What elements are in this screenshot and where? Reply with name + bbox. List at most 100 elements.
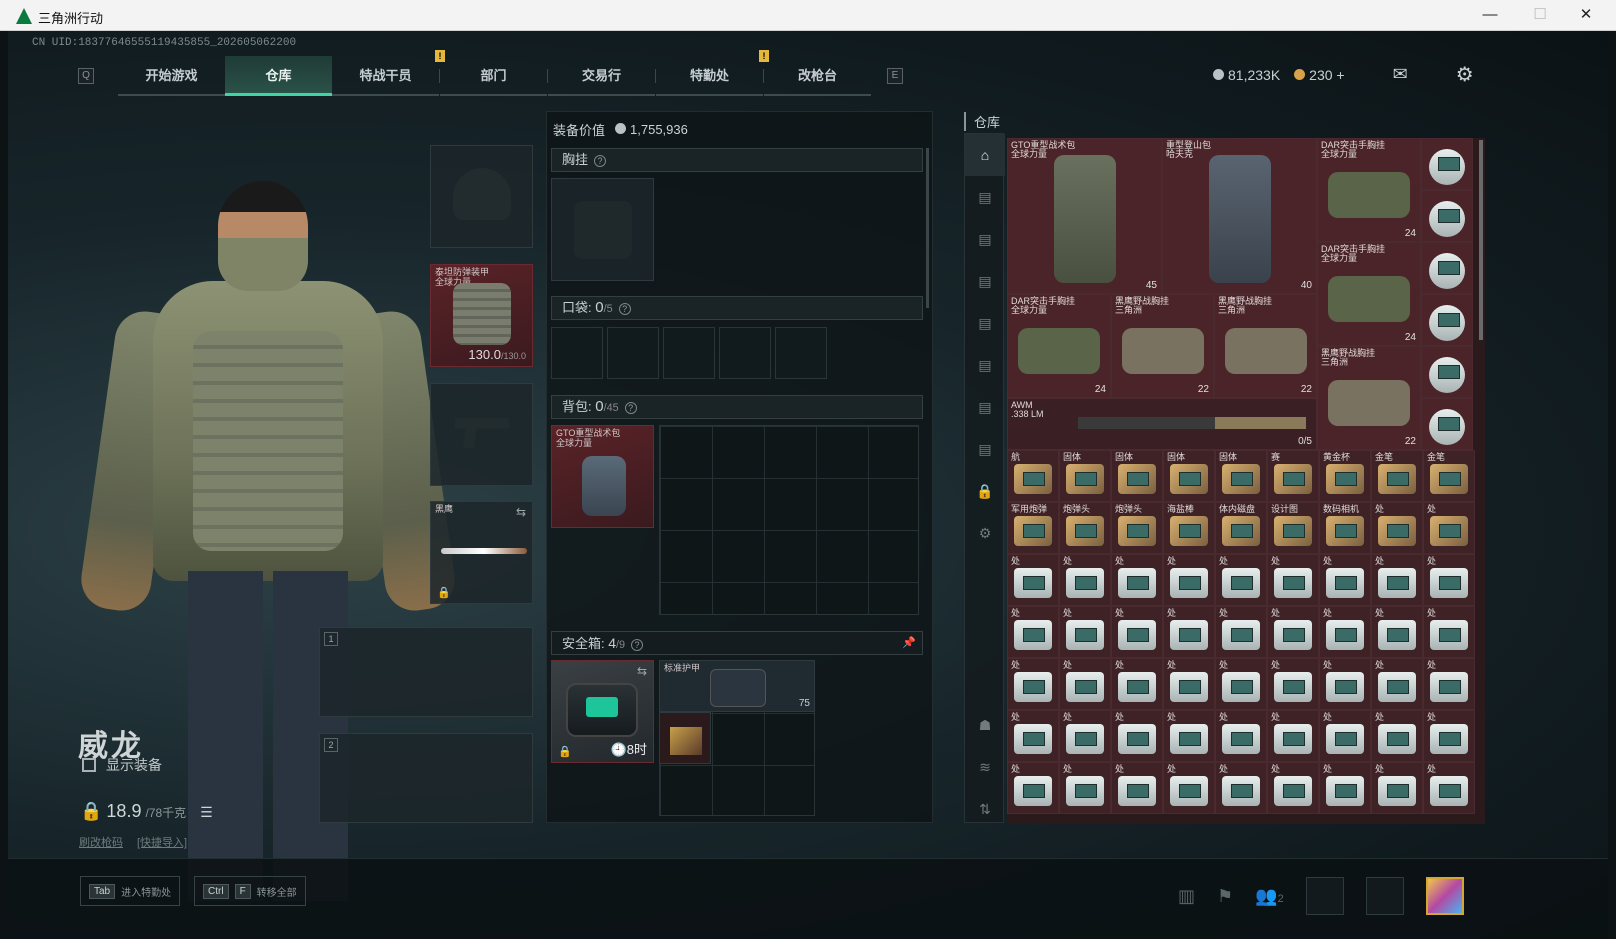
stash-item-case[interactable]: 处: [1267, 710, 1319, 762]
player-avatar[interactable]: [1425, 877, 1464, 915]
armor-slot[interactable]: 泰坦防弹装甲 全球力量 130.0/130.0: [430, 264, 533, 367]
stash-item-backpack[interactable]: GTO重型战术包 全球力量 45: [1007, 138, 1162, 294]
list-icon[interactable]: ☰: [200, 804, 213, 821]
stash-item-case[interactable]: 处: [1059, 606, 1111, 658]
stash-item-chest-rig[interactable]: DAR突击手胸挂 全球力量 24: [1007, 294, 1111, 398]
stash-item-case[interactable]: 处: [1371, 658, 1423, 710]
stash-item-case[interactable]: 处: [1423, 710, 1475, 762]
enter-special-ops-button[interactable]: Tab 进入特勤处: [80, 876, 181, 906]
stash-item-chest-rig[interactable]: DAR突击手胸挂 全球力量 24: [1317, 138, 1421, 242]
stash-item[interactable]: 数码相机: [1319, 502, 1371, 554]
stash-item-chest-rig[interactable]: 黑鹰野战胸挂 三角洲 22: [1214, 294, 1317, 398]
stash-item-case[interactable]: 处: [1007, 710, 1059, 762]
pistol-slot[interactable]: [430, 383, 533, 486]
stash-item-case[interactable]: 处: [1163, 606, 1215, 658]
pocket-slot[interactable]: [719, 327, 771, 379]
stash-item-case[interactable]: 处: [1007, 658, 1059, 710]
squad-icon[interactable]: 👥2: [1255, 886, 1284, 907]
flag-icon[interactable]: ⚑: [1217, 886, 1233, 907]
tab-special-ops[interactable]: 特勤处!: [656, 50, 769, 96]
stash-item-case[interactable]: 处: [1267, 658, 1319, 710]
stash-item-case[interactable]: 处: [1371, 710, 1423, 762]
operator-icon[interactable]: ☗: [965, 704, 1005, 746]
sort-icon[interactable]: ⇅: [965, 788, 1005, 830]
mail-icon[interactable]: ✉: [1393, 64, 1408, 85]
stash-item-case[interactable]: 处: [1215, 710, 1267, 762]
stash-item-case[interactable]: 处: [1059, 658, 1111, 710]
stash-item[interactable]: 处: [1423, 502, 1475, 554]
help-icon[interactable]: ?: [594, 155, 607, 167]
tab-operators[interactable]: 特战干员!: [332, 50, 445, 96]
swap-icon[interactable]: ⇆: [637, 664, 647, 678]
stash-item-case[interactable]: 处: [1319, 554, 1371, 606]
squad-slot-2[interactable]: [1365, 877, 1404, 915]
minimize-button[interactable]: —: [1470, 4, 1510, 26]
nav-right-key[interactable]: E: [887, 68, 903, 84]
stash-item-hard-drive[interactable]: [1421, 294, 1473, 346]
stash-item[interactable]: 固体: [1059, 450, 1111, 502]
lock-icon[interactable]: 🔒: [965, 470, 1005, 512]
stash-item-case[interactable]: 处: [1111, 710, 1163, 762]
nav-left-key[interactable]: Q: [78, 68, 94, 84]
stash-item[interactable]: 黄金杯: [1319, 450, 1371, 502]
stash-item-case[interactable]: 处: [1215, 554, 1267, 606]
safe-snack-item[interactable]: [659, 712, 711, 764]
backpack-grid[interactable]: [659, 425, 919, 615]
stash-item-case[interactable]: 处: [1215, 658, 1267, 710]
stash-item-case[interactable]: 处: [1267, 554, 1319, 606]
tab-trading[interactable]: 交易行: [548, 56, 655, 96]
primary-weapon-slot-2[interactable]: 2: [319, 733, 533, 823]
add-currency-button[interactable]: +: [1336, 67, 1344, 83]
stash-item[interactable]: 体内磁盘: [1215, 502, 1267, 554]
stash-grid[interactable]: GTO重型战术包 全球力量 45 重型登山包 哈夫克 40 DAR突击手胸挂 全…: [1007, 138, 1485, 824]
help-icon[interactable]: ?: [618, 303, 631, 315]
stash-item[interactable]: 固体: [1111, 450, 1163, 502]
stash-item-case[interactable]: 处: [1267, 762, 1319, 814]
stash-page-6-icon[interactable]: ▤: [965, 386, 1005, 428]
stash-item-case[interactable]: 处: [1371, 606, 1423, 658]
stash-item[interactable]: 军用炮弹: [1007, 502, 1059, 554]
stash-item[interactable]: 炮弹头: [1059, 502, 1111, 554]
squad-slot-1[interactable]: [1305, 877, 1344, 915]
stash-item-backpack[interactable]: 重型登山包 哈夫克 40: [1162, 138, 1317, 294]
stash-item-chest-rig[interactable]: DAR突击手胸挂 全球力量 24: [1317, 242, 1421, 346]
stash-item-case[interactable]: 处: [1163, 554, 1215, 606]
stash-item-rifle[interactable]: AWM .338 LM 0/5: [1007, 398, 1317, 450]
stash-item[interactable]: 固体: [1215, 450, 1267, 502]
stash-scrollbar[interactable]: [1479, 140, 1483, 340]
settings-gear-icon[interactable]: ⚙: [965, 512, 1005, 554]
backpack-slot[interactable]: GTO重型战术包 全球力量: [551, 425, 654, 528]
stash-item[interactable]: 固体: [1163, 450, 1215, 502]
pocket-slot[interactable]: [607, 327, 659, 379]
melee-slot[interactable]: 黑鹰 ⇆ 🔒: [430, 501, 533, 604]
stash-item-hard-drive[interactable]: [1421, 398, 1473, 450]
stash-item-case[interactable]: 处: [1319, 658, 1371, 710]
pin-icon[interactable]: 📌: [902, 632, 916, 654]
primary-weapon-slot-1[interactable]: 1: [319, 627, 533, 717]
pocket-slot[interactable]: [775, 327, 827, 379]
stash-item-case[interactable]: 处: [1111, 606, 1163, 658]
show-equipment-toggle[interactable]: 显示装备: [82, 755, 162, 775]
stash-page-2-icon[interactable]: ▤: [965, 218, 1005, 260]
stash-item-case[interactable]: 处: [1007, 606, 1059, 658]
help-icon[interactable]: ?: [631, 639, 644, 651]
stash-item-case[interactable]: 处: [1371, 554, 1423, 606]
close-button[interactable]: ✕: [1566, 4, 1606, 26]
stash-item-case[interactable]: 处: [1423, 554, 1475, 606]
stash-item-case[interactable]: 处: [1059, 710, 1111, 762]
transfer-all-button[interactable]: Ctrl F 转移全部: [194, 876, 306, 906]
stash-page-5-icon[interactable]: ▤: [965, 344, 1005, 386]
pocket-slot[interactable]: [663, 327, 715, 379]
stash-item-case[interactable]: 处: [1163, 762, 1215, 814]
stash-item-case[interactable]: 处: [1007, 762, 1059, 814]
stash-item-case[interactable]: 处: [1423, 658, 1475, 710]
stash-item-case[interactable]: 处: [1111, 554, 1163, 606]
stash-item-case[interactable]: 处: [1319, 606, 1371, 658]
stash-item-hard-drive[interactable]: [1421, 190, 1473, 242]
stash-item-case[interactable]: 处: [1423, 762, 1475, 814]
stash-item-case[interactable]: 处: [1371, 762, 1423, 814]
tab-department[interactable]: 部门: [440, 56, 547, 96]
stash-item-case[interactable]: 处: [1319, 762, 1371, 814]
stash-item-case[interactable]: 处: [1111, 658, 1163, 710]
warehouse-icon[interactable]: ⌂: [965, 134, 1005, 176]
